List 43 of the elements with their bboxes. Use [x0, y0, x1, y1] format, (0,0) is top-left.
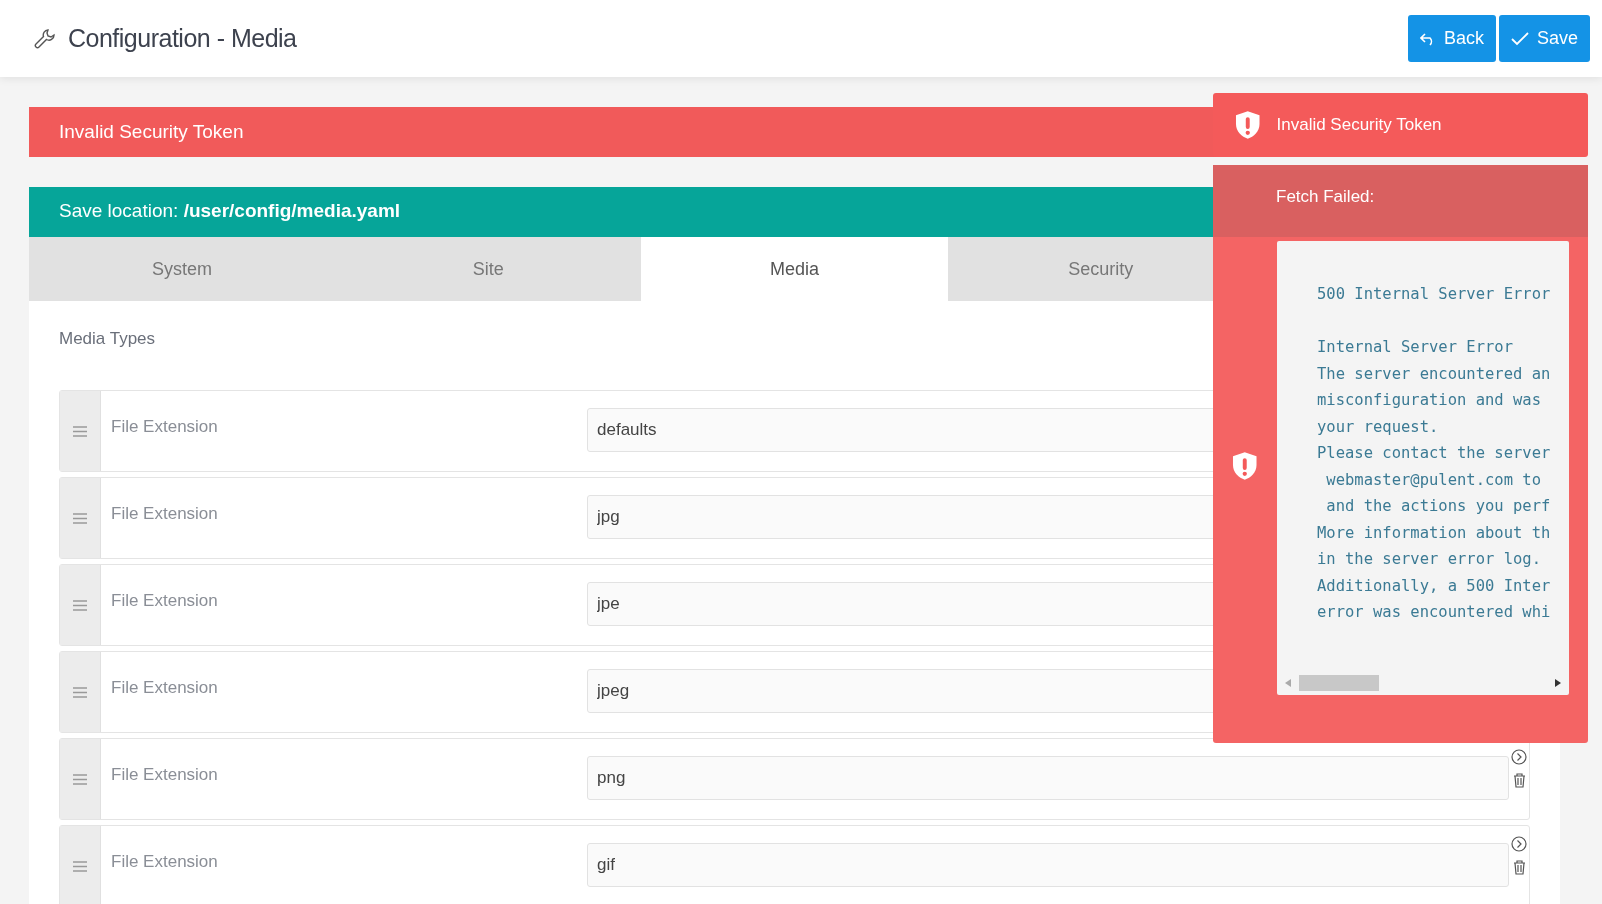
checkmark-icon: [1510, 31, 1529, 46]
drag-handle[interactable]: [60, 826, 101, 904]
menu-icon: [73, 599, 87, 611]
menu-icon: [73, 860, 87, 872]
field-label: File Extension: [110, 590, 219, 612]
field-label: File Extension: [110, 416, 219, 438]
field-label: File Extension: [110, 851, 219, 873]
tab[interactable]: Media: [641, 237, 948, 301]
section-title: Media Types: [59, 329, 156, 349]
error-text-line: webmaster@pulent.com to: [1325, 469, 1542, 491]
chevron-circle-icon[interactable]: [1511, 836, 1527, 852]
chevron-circle-icon[interactable]: [1511, 749, 1527, 765]
drag-handle[interactable]: [60, 652, 101, 732]
menu-icon: [73, 425, 87, 437]
scroll-left-icon[interactable]: [1285, 679, 1291, 687]
drag-handle[interactable]: [60, 391, 101, 471]
trash-icon[interactable]: [1512, 773, 1526, 788]
drag-handle[interactable]: [60, 739, 101, 819]
error-text-line: in the server error log.: [1317, 549, 1542, 570]
menu-icon: [73, 512, 87, 524]
trash-icon[interactable]: [1512, 860, 1526, 875]
page-title: Configuration - Media: [68, 24, 298, 53]
menu-icon: [73, 773, 87, 785]
scroll-right-icon[interactable]: [1555, 679, 1561, 687]
field-label: File Extension: [110, 764, 219, 786]
drag-handle[interactable]: [60, 478, 101, 558]
error-text-line: your request.: [1317, 416, 1440, 438]
field-label: File Extension: [110, 677, 219, 699]
wrench-icon: [34, 27, 56, 50]
error-text-line: The server encountered an: [1317, 363, 1552, 385]
input-field[interactable]: gif: [587, 843, 1509, 887]
toast-title: Fetch Failed:: [1276, 187, 1376, 207]
field-label: File Extension: [110, 503, 219, 525]
input-field[interactable]: png: [587, 756, 1509, 800]
drag-handle[interactable]: [60, 565, 101, 645]
menu-icon: [73, 686, 87, 698]
error-text-line: misconfiguration and was: [1317, 390, 1542, 411]
shield-alert-icon: [1232, 451, 1258, 481]
error-text-line: 500 Internal Server Error: [1317, 284, 1552, 305]
toast-title: Invalid Security Token: [1276, 115, 1442, 135]
horizontal-scrollbar[interactable]: [1285, 675, 1561, 691]
error-text-line: Internal Server Error: [1317, 337, 1514, 358]
shield-alert-icon: [1235, 110, 1261, 140]
